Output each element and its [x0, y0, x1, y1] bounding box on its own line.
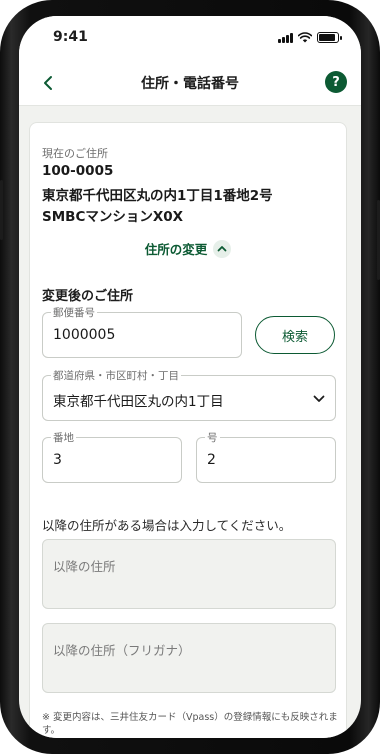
region-select[interactable]: 都道府県・市区町村・丁目 東京都千代田区丸の内1丁目 [42, 368, 336, 421]
status-bar: 9:41 [19, 16, 361, 60]
current-address-line: 東京都千代田区丸の内1丁目1番地2号 [42, 188, 273, 204]
postal-code-value: 1000005 [53, 327, 116, 343]
page-title: 住所・電話番号 [141, 76, 239, 92]
go-label: 号 [205, 430, 220, 445]
current-building: SMBCマンションX0X [42, 209, 184, 225]
go-value: 2 [207, 452, 216, 468]
banchi-label: 番地 [51, 430, 76, 445]
rest-address-kana-field[interactable]: 以降の住所（フリガナ） [42, 623, 336, 693]
postal-code-field[interactable]: 郵便番号 1000005 [42, 305, 242, 358]
region-label: 都道府県・市区町村・丁目 [51, 368, 181, 383]
postal-code-label: 郵便番号 [51, 305, 97, 320]
help-button[interactable]: ? [325, 71, 347, 93]
rest-address-placeholder: 以降の住所 [53, 559, 116, 574]
chevron-down-icon [313, 395, 325, 402]
additional-address-hint: 以降の住所がある場合は入力してください。 [42, 518, 292, 533]
current-address-label: 現在のご住所 [42, 147, 108, 160]
wifi-icon [298, 32, 312, 43]
rest-address-kana-placeholder: 以降の住所（フリガナ） [53, 643, 191, 658]
region-value: 東京都千代田区丸の内1丁目 [53, 394, 224, 410]
address-change-label: 住所の変更 [144, 242, 208, 257]
address-form-card: 現在のご住所 100-0005 東京都千代田区丸の内1丁目1番地2号 SMBCマ… [29, 122, 347, 738]
current-postal-code: 100-0005 [42, 163, 114, 179]
status-time: 9:41 [53, 29, 88, 45]
banchi-field[interactable]: 番地 3 [42, 430, 182, 483]
go-field[interactable]: 号 2 [196, 430, 336, 483]
address-change-toggle[interactable]: 住所の変更 [30, 239, 346, 258]
new-address-title: 変更後のご住所 [42, 289, 134, 304]
chevron-up-icon [213, 239, 232, 258]
phone-frame: 9:41 住所・電話番号 ? 現在のご住所 100-0005 東京都千代田区丸の… [0, 0, 380, 754]
status-icons [278, 32, 342, 43]
phone-screen: 9:41 住所・電話番号 ? 現在のご住所 100-0005 東京都千代田区丸の… [19, 16, 361, 738]
search-button[interactable]: 検索 [255, 316, 335, 354]
signal-icon [278, 32, 293, 43]
vpass-note: ※ 変更内容は、三井住友カード（Vpass）の登録情報にも反映されます。 [42, 712, 338, 736]
nav-bar: 住所・電話番号 ? [19, 60, 361, 106]
banchi-value: 3 [53, 452, 62, 468]
side-button [0, 180, 3, 240]
rest-address-field[interactable]: 以降の住所 [42, 539, 336, 609]
battery-icon [317, 32, 342, 43]
